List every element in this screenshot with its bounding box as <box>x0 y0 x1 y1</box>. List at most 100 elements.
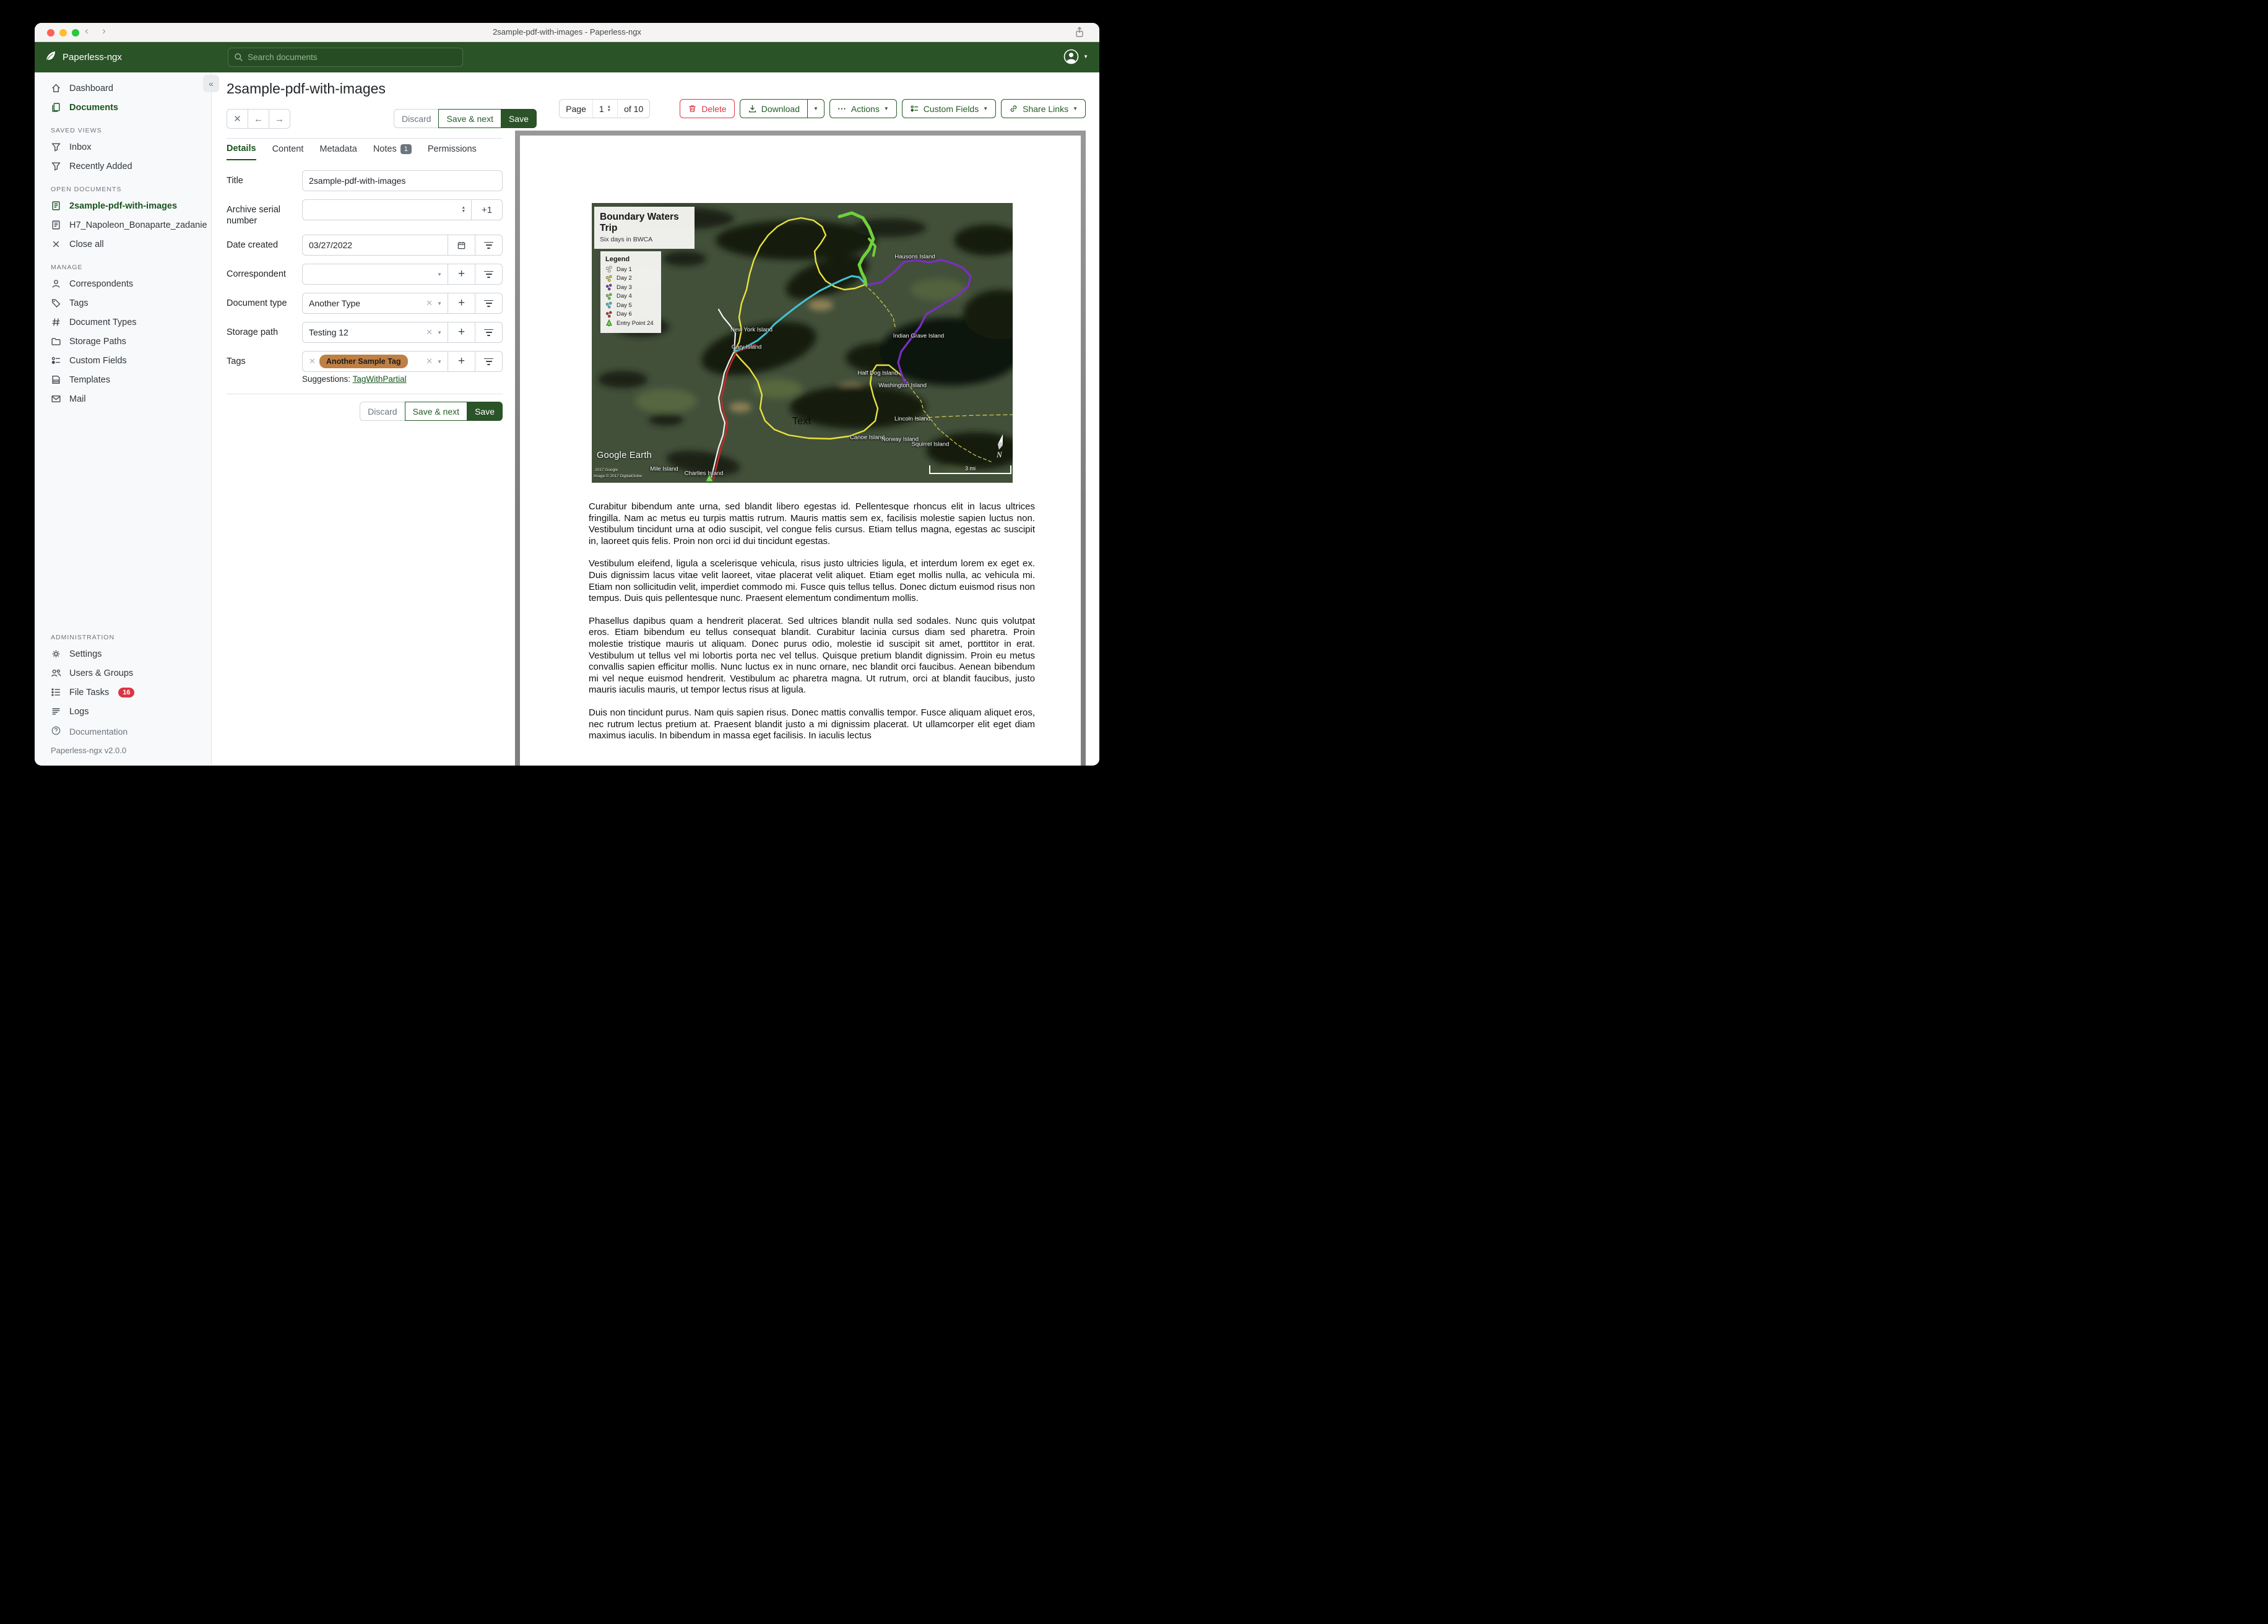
save-next-button[interactable]: Save & next <box>404 402 468 421</box>
sidebar-item-logs[interactable]: Logs <box>35 702 211 721</box>
sidebar-item-tags[interactable]: Tags <box>35 293 211 313</box>
sidebar-item-settings[interactable]: Settings <box>35 644 211 663</box>
sidebar-item-h7-napoleon-bonaparte-zadanie[interactable]: H7_Napoleon_Bonaparte_zadanie <box>35 215 211 235</box>
sidebar-item-2sample-pdf-with-images[interactable]: 2sample-pdf-with-images <box>35 196 211 215</box>
trash-icon <box>689 105 696 112</box>
document-type-filter-button[interactable] <box>475 293 502 314</box>
add-storage-path-button[interactable]: + <box>448 322 475 343</box>
share-icon[interactable] <box>1073 26 1086 41</box>
custom-fields-button[interactable]: Custom Fields ▼ <box>901 99 997 118</box>
tab-details[interactable]: Details <box>227 144 256 160</box>
remove-tag-icon[interactable]: ✕ <box>309 356 316 366</box>
chevron-down-icon[interactable]: ▼ <box>437 359 442 365</box>
sidebar-item-inbox[interactable]: Inbox <box>35 137 211 157</box>
legend-label: Entry Point 24 <box>617 319 654 327</box>
clear-icon[interactable]: ✕ <box>426 356 433 366</box>
tags-select[interactable]: ✕ Another Sample Tag <box>303 352 420 371</box>
tab-notes[interactable]: Notes 1 <box>373 144 412 160</box>
tab-permissions[interactable]: Permissions <box>428 144 477 160</box>
sidebar-item-document-types[interactable]: Document Types <box>35 313 211 332</box>
legend-row-day-1: Day 1 <box>605 266 656 273</box>
calendar-button[interactable] <box>448 235 475 256</box>
sidebar-item-users-groups[interactable]: Users & Groups <box>35 663 211 683</box>
document-nav-group: ✕ ← → <box>227 109 290 129</box>
clear-icon[interactable]: ✕ <box>426 298 433 308</box>
storage-path-filter-button[interactable] <box>475 322 502 343</box>
map-scale-bar: 3 mi <box>929 465 1011 474</box>
sidebar-item-dashboard[interactable]: Dashboard <box>35 79 211 98</box>
add-correspondent-button[interactable]: + <box>448 264 475 285</box>
search-bar[interactable] <box>228 48 463 67</box>
add-tag-button[interactable]: + <box>448 352 475 372</box>
sidebar-item-mail[interactable]: Mail <box>35 389 211 408</box>
search-input[interactable] <box>248 53 457 62</box>
tag-chip[interactable]: Another Sample Tag <box>319 355 408 369</box>
close-document-button[interactable]: ✕ <box>227 109 248 129</box>
legend-label: Day 3 <box>617 283 632 291</box>
add-document-type-button[interactable]: + <box>448 293 475 314</box>
page-stepper[interactable]: ▲ ▼ <box>607 105 611 113</box>
app-window: ‹ › 2sample-pdf-with-images - Paperless-… <box>35 23 1099 766</box>
correspondent-select[interactable] <box>303 264 431 284</box>
share-links-button[interactable]: Share Links ▼ <box>1001 99 1086 118</box>
chevron-down-icon[interactable]: ▼ <box>437 272 442 277</box>
legend-row-day-2: Day 2 <box>605 275 656 282</box>
sidebar-item-file-tasks[interactable]: File Tasks 16 <box>35 683 211 702</box>
sidebar-item-documents[interactable]: Documents <box>35 98 211 117</box>
document-text: Curabitur bibendum ante urna, sed blandi… <box>589 501 1035 753</box>
legend-row-day-5: Day 5 <box>605 301 656 309</box>
actions-button[interactable]: ⋯ Actions ▼ <box>829 99 897 118</box>
sidebar-item-close-all[interactable]: Close all <box>35 235 211 254</box>
clear-icon[interactable]: ✕ <box>426 327 433 337</box>
sidebar-item-custom-fields[interactable]: Custom Fields <box>35 351 211 370</box>
tab-content[interactable]: Content <box>272 144 304 160</box>
save-next-button[interactable]: Save & next <box>438 109 501 128</box>
tab-metadata[interactable]: Metadata <box>319 144 357 160</box>
window-title: 2sample-pdf-with-images - Paperless-ngx <box>493 27 641 37</box>
sidebar-item-documentation[interactable]: Documentation <box>35 721 211 742</box>
download-options-button[interactable]: ▼ <box>807 99 825 118</box>
save-button-group-top: Discard Save & next Save <box>394 109 537 128</box>
next-document-button[interactable]: → <box>269 109 290 129</box>
title-input[interactable] <box>303 171 502 191</box>
user-menu[interactable]: ▼ <box>1063 48 1088 65</box>
sidebar-item-storage-paths[interactable]: Storage Paths <box>35 332 211 351</box>
previous-document-button[interactable]: ← <box>248 109 269 129</box>
delete-button[interactable]: Delete <box>680 99 735 118</box>
legend-label: Day 2 <box>617 275 632 282</box>
legend-marker-icon <box>605 301 613 309</box>
sidebar-item-label: Templates <box>69 374 111 385</box>
document-type-select[interactable]: Another Type <box>303 293 420 313</box>
suggestion-link[interactable]: TagWithPartial <box>353 374 407 384</box>
correspondent-filter-button[interactable] <box>475 264 502 285</box>
discard-button[interactable]: Discard <box>360 402 405 421</box>
date-created-input[interactable] <box>303 235 448 256</box>
funnel-icon <box>51 161 61 171</box>
sidebar-item-recently-added[interactable]: Recently Added <box>35 157 211 176</box>
chevron-down-icon[interactable]: ▼ <box>437 301 442 306</box>
sidebar-item-correspondents[interactable]: Correspondents <box>35 274 211 293</box>
date-filter-button[interactable] <box>475 235 502 256</box>
asn-stepper[interactable]: ▲ ▼ <box>462 205 465 214</box>
chevron-down-icon[interactable]: ▼ <box>437 330 442 335</box>
document-type-row: Document type Another Type ✕ ▼ + <box>227 293 503 314</box>
sidebar-collapse-button[interactable]: « <box>203 75 219 92</box>
notes-count-badge: 1 <box>400 144 412 154</box>
asn-plus-one-button[interactable]: +1 <box>471 200 502 220</box>
save-button[interactable]: Save <box>467 402 503 421</box>
sidebar-item-templates[interactable]: Templates <box>35 370 211 389</box>
legend-row-day-6: Day 6 <box>605 311 656 318</box>
asn-input[interactable] <box>303 200 456 220</box>
discard-button[interactable]: Discard <box>394 109 439 128</box>
map-label-canoe-island: Canoe Island <box>850 434 885 441</box>
page-number-field[interactable]: 1 ▲ ▼ <box>592 100 618 118</box>
ellipsis-icon: ⋯ <box>837 103 847 113</box>
paragraph: Curabitur bibendum ante urna, sed blandi… <box>589 501 1035 546</box>
tags-filter-button[interactable] <box>475 352 502 372</box>
download-button[interactable]: Download <box>739 99 808 118</box>
pdf-preview-pane[interactable]: Hausons Island New York Island Gary Island… <box>515 131 1086 766</box>
save-button[interactable]: Save <box>500 109 537 128</box>
question-icon <box>51 725 61 738</box>
app-brand[interactable]: Paperless-ngx <box>43 50 122 66</box>
storage-path-select[interactable]: Testing 12 <box>303 322 420 342</box>
